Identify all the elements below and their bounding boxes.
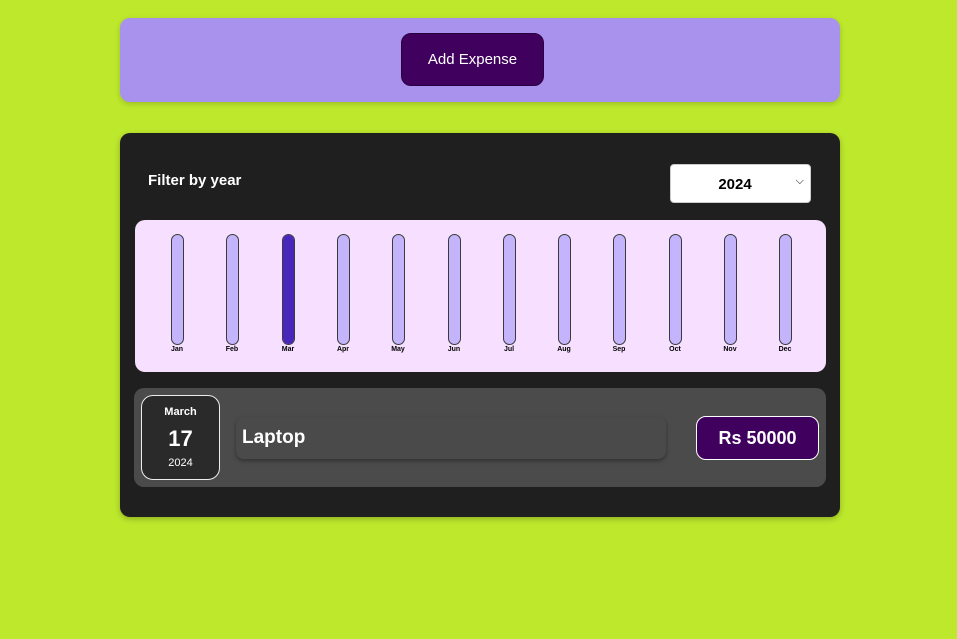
- chart-bar-label: Feb: [225, 346, 239, 353]
- chart-bar-track: [503, 234, 516, 345]
- chart-bar-apr: Apr: [328, 234, 358, 358]
- chart-bar-label: Nov: [723, 346, 737, 353]
- chart-bar-nov: Nov: [715, 234, 745, 358]
- new-expense-panel: Add Expense: [120, 18, 840, 102]
- expense-title: Laptop: [242, 427, 306, 448]
- chart-bar-aug: Aug: [549, 234, 579, 358]
- chart-bar-track: [724, 234, 737, 345]
- filter-label: Filter by year: [148, 172, 242, 189]
- expenses-panel: Filter by year 2024 ⌵ Jan Feb Mar Apr May Jun…: [120, 133, 840, 517]
- chart-bar-oct: Oct: [660, 234, 690, 358]
- year-select[interactable]: 2024 ⌵: [670, 164, 811, 203]
- chart-bar-label: Aug: [557, 346, 571, 353]
- chart-bar-label: May: [391, 346, 405, 353]
- chart-bar-label: Sep: [612, 346, 626, 353]
- chart-bar-jul: Jul: [494, 234, 524, 358]
- chart-bar-mar: Mar: [273, 234, 303, 358]
- expense-date: March 17 2024: [141, 395, 220, 480]
- chart-bar-label: Jan: [170, 346, 184, 353]
- chart-bar-track: [613, 234, 626, 345]
- expense-date-month: March: [164, 406, 197, 418]
- chart-bar-jan: Jan: [162, 234, 192, 358]
- chart-bar-sep: Sep: [604, 234, 634, 358]
- expense-title-box: Laptop: [236, 417, 666, 459]
- chart-bar-feb: Feb: [217, 234, 247, 358]
- chart-bar-track: [558, 234, 571, 345]
- expense-item: March 17 2024 Laptop Rs 50000: [134, 388, 826, 487]
- chart-bar-label: Mar: [281, 346, 295, 353]
- chart-bar-track: [171, 234, 184, 345]
- chart-bar-dec: Dec: [770, 234, 800, 358]
- chart-bar-track: [669, 234, 682, 345]
- app-root: { "new_expense": { "add_button_label": "…: [0, 0, 957, 639]
- chart-bar-track: [779, 234, 792, 345]
- chart-bar-track: [448, 234, 461, 345]
- expense-date-day: 17: [168, 426, 193, 451]
- chart-bar-label: Dec: [778, 346, 792, 353]
- chart-bar-label: Apr: [336, 346, 350, 353]
- add-expense-button[interactable]: Add Expense: [401, 33, 544, 86]
- chart-bar-track: [392, 234, 405, 345]
- expense-date-year: 2024: [168, 457, 193, 469]
- chart-bar-track: [337, 234, 350, 345]
- expense-amount: Rs 50000: [696, 416, 819, 460]
- chart-bar-track: [226, 234, 239, 345]
- chart-bar-fill: [283, 235, 294, 344]
- chart-bar-label: Jul: [503, 346, 515, 353]
- chart-bar-track: [282, 234, 295, 345]
- chart-bar-may: May: [383, 234, 413, 358]
- chevron-down-icon: ⌵: [795, 175, 804, 187]
- expenses-chart: Jan Feb Mar Apr May Jun Jul Aug Sep Oct Nov Dec: [135, 220, 826, 372]
- chart-bar-jun: Jun: [439, 234, 469, 358]
- chart-bar-label: Jun: [447, 346, 461, 353]
- year-select-value: 2024: [718, 176, 752, 193]
- chart-bar-label: Oct: [669, 346, 681, 353]
